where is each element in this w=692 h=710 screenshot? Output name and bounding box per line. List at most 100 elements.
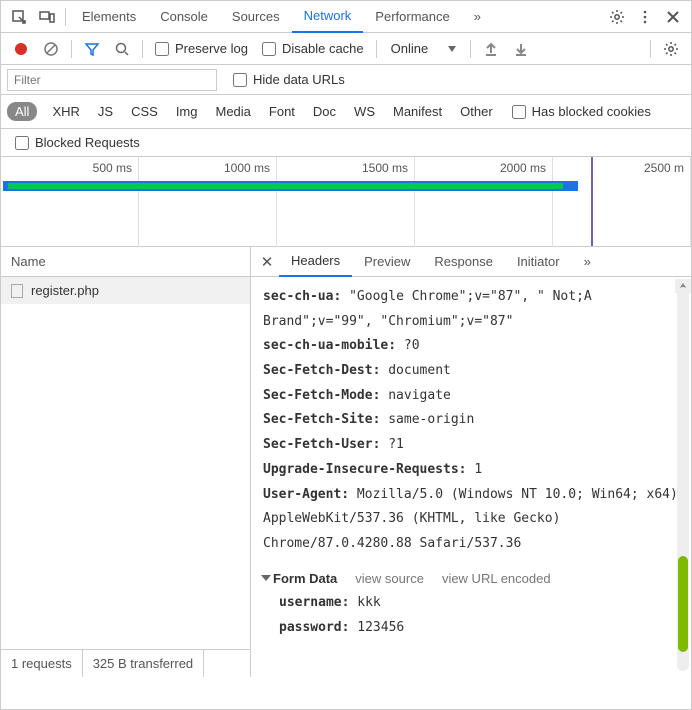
form-data-row: password: 123456 (279, 616, 679, 641)
request-list: register.php (1, 277, 250, 649)
kebab-icon[interactable] (631, 3, 659, 31)
timeline-tick: 500 ms (1, 157, 139, 247)
blocked-requests-label: Blocked Requests (35, 135, 140, 150)
inspect-icon[interactable] (5, 3, 33, 31)
type-css[interactable]: CSS (128, 104, 161, 119)
header-row: Sec-Fetch-Dest: document (263, 359, 679, 384)
filter-icon[interactable] (78, 35, 106, 63)
view-source-link[interactable]: view source (355, 567, 424, 592)
request-name: register.php (31, 283, 99, 298)
clear-icon[interactable] (37, 35, 65, 63)
upload-icon[interactable] (477, 35, 505, 63)
hide-data-urls-checkbox[interactable]: Hide data URLs (233, 72, 345, 87)
timeline-marker (591, 157, 593, 246)
details-pane: ✕ HeadersPreviewResponseInitiator » sec-… (251, 247, 691, 677)
header-row: Sec-Fetch-User: ?1 (263, 433, 679, 458)
separator (142, 40, 143, 58)
header-row: sec-ch-ua-mobile: ?0 (263, 334, 679, 359)
form-data-title: Form Data (273, 571, 337, 586)
more-details-tabs[interactable]: » (572, 247, 603, 277)
timeline[interactable]: 500 ms1000 ms1500 ms2000 ms2500 m (1, 157, 691, 247)
network-toolbar: Preserve log Disable cache Online (1, 33, 691, 65)
main-toolbar: ElementsConsoleSourcesNetworkPerformance… (1, 1, 691, 33)
settings-gear-icon[interactable] (657, 35, 685, 63)
timeline-tick: 1000 ms (139, 157, 277, 247)
header-row: Sec-Fetch-Mode: navigate (263, 384, 679, 409)
tab-console[interactable]: Console (148, 1, 220, 33)
type-js[interactable]: JS (95, 104, 116, 119)
headers-content: sec-ch-ua: "Google Chrome";v="87", " Not… (251, 277, 691, 677)
more-tabs[interactable]: » (462, 1, 493, 33)
request-row[interactable]: register.php (1, 277, 250, 304)
preserve-log-label: Preserve log (175, 41, 248, 56)
chevron-down-icon (448, 46, 456, 52)
separator (470, 40, 471, 58)
close-details-icon[interactable]: ✕ (255, 253, 279, 271)
throttle-select[interactable]: Online (383, 41, 465, 56)
search-icon[interactable] (108, 35, 136, 63)
timeline-tick: 1500 ms (277, 157, 415, 247)
name-column-header[interactable]: Name (1, 247, 250, 277)
view-url-encoded-link[interactable]: view URL encoded (442, 567, 551, 592)
blocked-cookies-checkbox[interactable]: Has blocked cookies (512, 104, 651, 119)
type-img[interactable]: Img (173, 104, 201, 119)
tab-performance[interactable]: Performance (363, 1, 461, 33)
type-xhr[interactable]: XHR (49, 104, 82, 119)
record-button[interactable] (7, 35, 35, 63)
blocked-cookies-label: Has blocked cookies (532, 104, 651, 119)
device-icon[interactable] (33, 3, 61, 31)
timeline-bar (3, 181, 578, 191)
type-doc[interactable]: Doc (310, 104, 339, 119)
scrollbar[interactable] (677, 287, 689, 671)
filter-input[interactable] (7, 69, 217, 91)
type-all[interactable]: All (7, 102, 37, 121)
type-ws[interactable]: WS (351, 104, 378, 119)
detail-tab-headers[interactable]: Headers (279, 247, 352, 277)
type-list: XHR JS CSS Img Media Font Doc WS Manifest Other (49, 104, 495, 119)
resource-type-bar: All XHR JS CSS Img Media Font Doc WS Manifest Oth… (1, 95, 691, 129)
type-other[interactable]: Other (457, 104, 496, 119)
download-icon[interactable] (507, 35, 535, 63)
blocked-requests-row: Blocked Requests (1, 129, 691, 157)
close-icon[interactable] (659, 3, 687, 31)
request-list-pane: Name register.php 1 requests 325 B trans… (1, 247, 251, 677)
form-data-section: Form Data view source view URL encoded (263, 567, 679, 592)
details-tabs: ✕ HeadersPreviewResponseInitiator » (251, 247, 691, 277)
timeline-tick: 2500 m (553, 157, 691, 247)
separator (376, 40, 377, 58)
header-row: Upgrade-Insecure-Requests: 1 (263, 458, 679, 483)
split-pane: Name register.php 1 requests 325 B trans… (1, 247, 691, 677)
detail-tab-initiator[interactable]: Initiator (505, 247, 572, 277)
separator (71, 40, 72, 58)
expand-icon[interactable] (261, 575, 271, 581)
disable-cache-checkbox[interactable]: Disable cache (262, 41, 364, 56)
status-requests: 1 requests (1, 650, 83, 677)
throttle-value: Online (391, 41, 429, 56)
separator (650, 40, 651, 58)
status-transferred: 325 B transferred (83, 650, 204, 677)
header-row: Sec-Fetch-Site: same-origin (263, 408, 679, 433)
file-icon (11, 284, 23, 298)
detail-tab-preview[interactable]: Preview (352, 247, 422, 277)
tab-elements[interactable]: Elements (70, 1, 148, 33)
tab-sources[interactable]: Sources (220, 1, 292, 33)
tab-network[interactable]: Network (292, 1, 364, 33)
header-row: sec-ch-ua: "Google Chrome";v="87", " Not… (263, 285, 679, 334)
preserve-log-checkbox[interactable]: Preserve log (155, 41, 248, 56)
status-bar: 1 requests 325 B transferred (1, 649, 250, 677)
type-manifest[interactable]: Manifest (390, 104, 445, 119)
form-data-row: username: kkk (279, 591, 679, 616)
scrollbar-thumb[interactable] (678, 556, 688, 652)
panel-tabs: ElementsConsoleSourcesNetworkPerformance (70, 1, 462, 33)
gear-icon[interactable] (603, 3, 631, 31)
separator (65, 8, 66, 26)
header-row: User-Agent: Mozilla/5.0 (Windows NT 10.0… (263, 483, 679, 557)
detail-tab-response[interactable]: Response (422, 247, 505, 277)
blocked-requests-checkbox[interactable]: Blocked Requests (15, 135, 140, 150)
timeline-tick: 2000 ms (415, 157, 553, 247)
filter-bar: Hide data URLs (1, 65, 691, 95)
type-font[interactable]: Font (266, 104, 298, 119)
type-media[interactable]: Media (212, 104, 253, 119)
hide-data-urls-label: Hide data URLs (253, 72, 345, 87)
disable-cache-label: Disable cache (282, 41, 364, 56)
